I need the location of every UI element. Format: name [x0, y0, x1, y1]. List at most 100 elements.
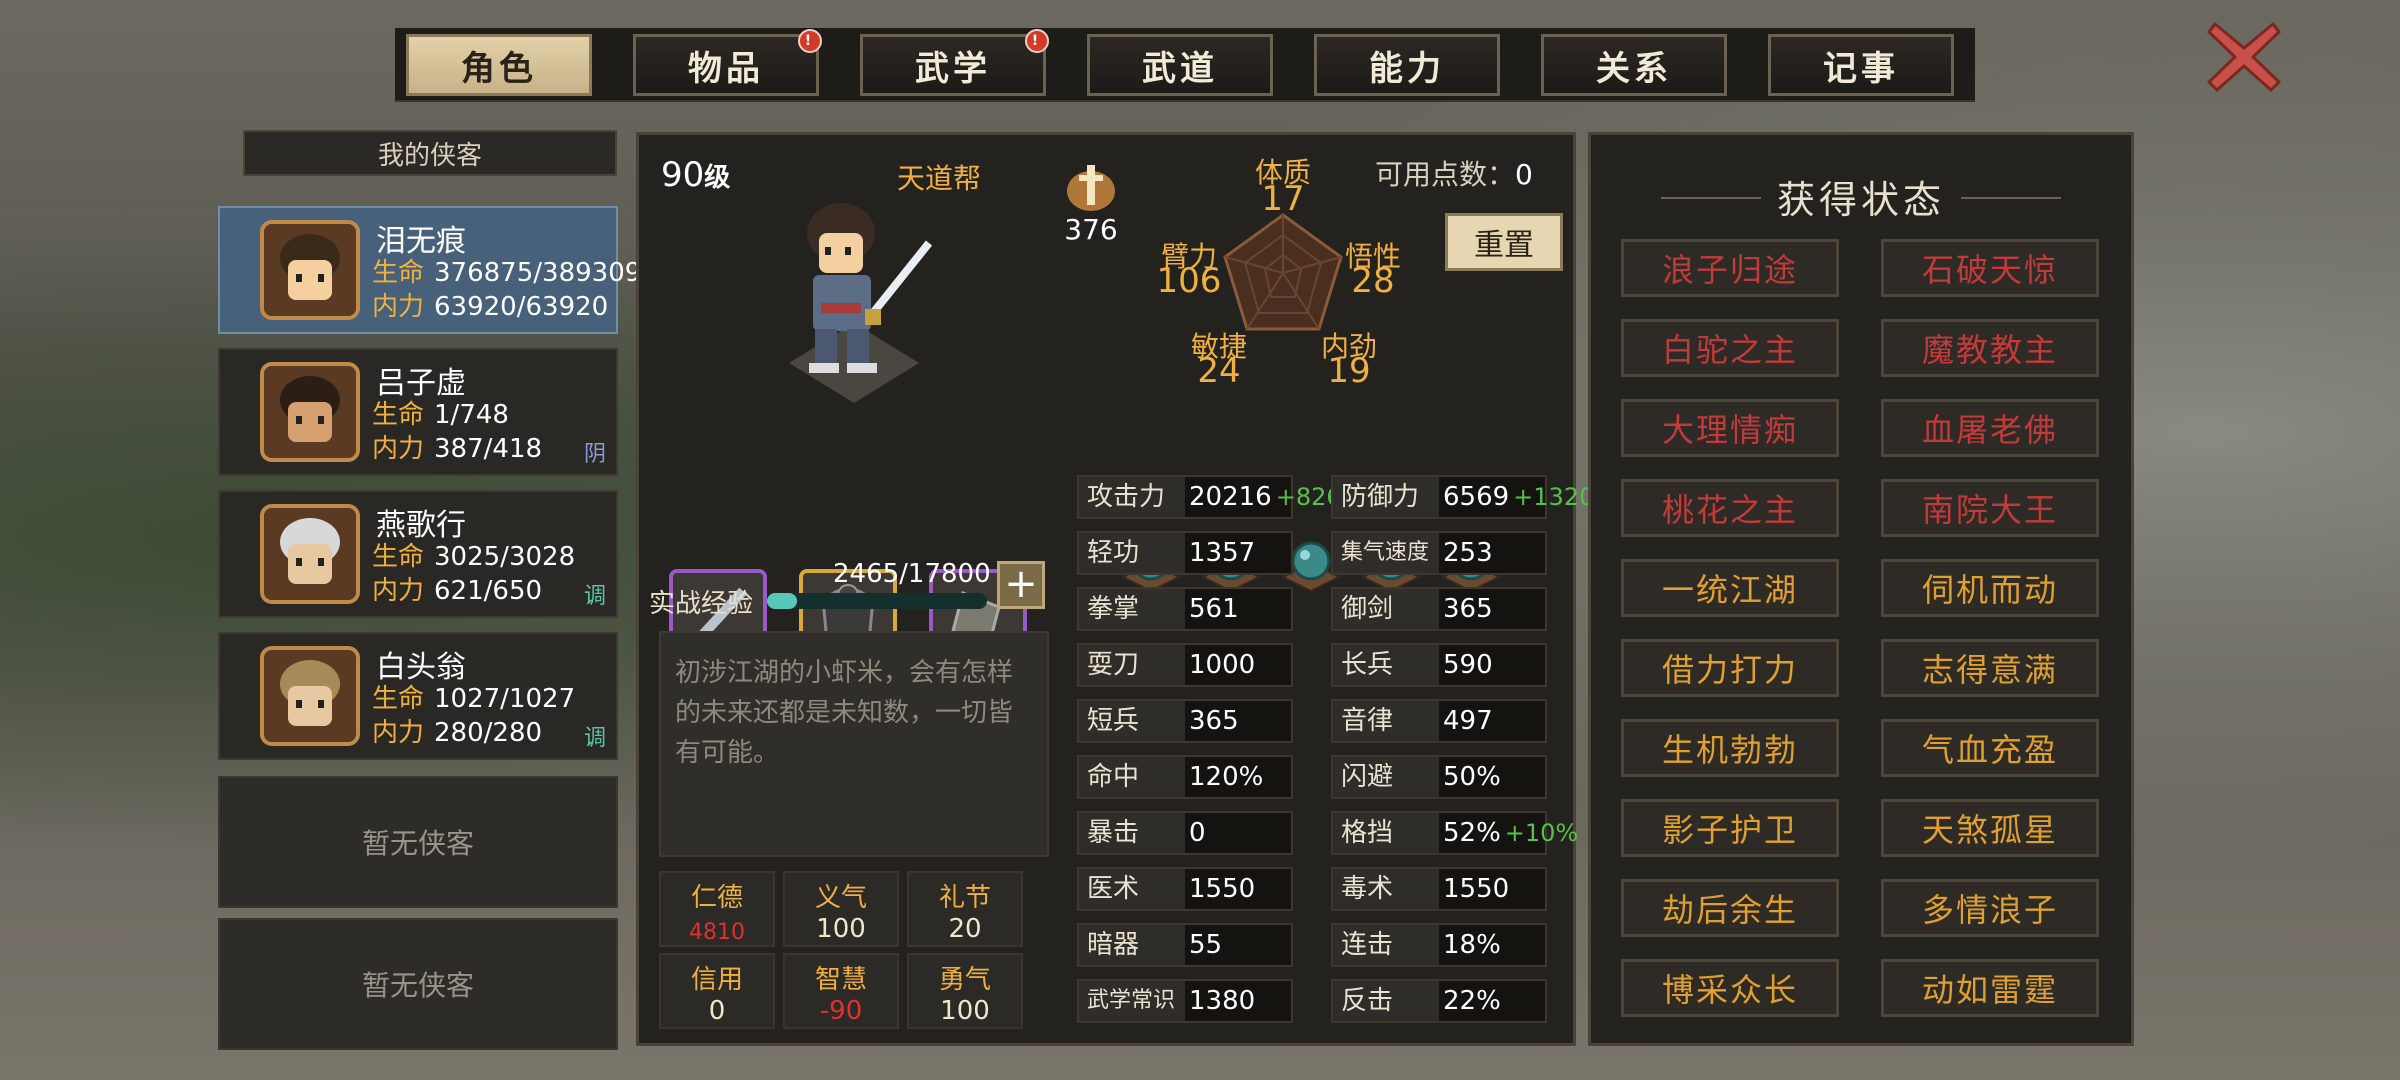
stat-row: 武学常识 1380 — [1077, 979, 1293, 1023]
level-value: 90 — [661, 155, 705, 195]
tab-5[interactable]: 关系 — [1541, 34, 1727, 96]
stat-name: 短兵 — [1079, 701, 1185, 741]
available-points-value: 0 — [1515, 158, 1533, 191]
character-hp: 生命 1027/1027 — [372, 678, 575, 715]
mp-value: 280/280 — [434, 718, 543, 748]
stat-row: 集气速度 253 — [1331, 531, 1547, 575]
stat-number: 18% — [1443, 930, 1501, 960]
tab-4[interactable]: 能力 — [1314, 34, 1500, 96]
character-avatar — [260, 504, 360, 604]
moral-cell: 勇气 100 — [907, 953, 1023, 1029]
empty-slot-label: 暂无侠客 — [361, 969, 474, 1002]
roster-empty-slot[interactable]: 暂无侠客 — [218, 776, 618, 908]
status-item[interactable]: 影子护卫 — [1621, 799, 1839, 857]
stat-row: 闪避 50% — [1331, 755, 1547, 799]
mp-value: 63920/63920 — [434, 292, 609, 322]
stat-row: 暗器 55 — [1077, 923, 1293, 967]
moral-value: -90 — [819, 996, 863, 1026]
tab-3[interactable]: 武道 — [1087, 34, 1273, 96]
status-item[interactable]: 天煞孤星 — [1881, 799, 2099, 857]
roster-card[interactable]: 白头翁 生命 1027/1027 内力 280/280 调 — [218, 632, 618, 760]
status-item[interactable]: 血屠老佛 — [1881, 399, 2099, 457]
roster-card[interactable]: 泪无痕 生命 376875/389309 内力 63920/63920 — [218, 206, 641, 334]
roster-title: 我的侠客 — [243, 130, 617, 176]
stat-bonus: +1320 — [1513, 483, 1595, 511]
status-item[interactable]: 气血充盈 — [1881, 719, 2099, 777]
reset-button-label: 重置 — [1474, 228, 1534, 263]
status-item[interactable]: 白驼之主 — [1621, 319, 1839, 377]
stat-name: 御剑 — [1333, 589, 1439, 629]
moral-name: 礼节 — [938, 883, 991, 913]
stat-value: 590 — [1443, 645, 1493, 685]
status-title: 获得状态 — [1776, 178, 1945, 222]
stat-row: 命中 120% — [1077, 755, 1293, 799]
exp-bar-fill — [767, 593, 798, 609]
status-item[interactable]: 借力打力 — [1621, 639, 1839, 697]
stat-row: 毒术 1550 — [1331, 867, 1547, 911]
stat-value: 365 — [1443, 589, 1493, 629]
stat-number: 22% — [1443, 986, 1501, 1016]
stat-name: 集气速度 — [1333, 533, 1439, 573]
moral-cell: 仁德 4810 — [659, 871, 775, 947]
close-button[interactable] — [2205, 18, 2283, 96]
stat-value: 365 — [1189, 701, 1239, 741]
stat-name: 命中 — [1079, 757, 1185, 797]
stat-row: 御剑 365 — [1331, 587, 1547, 631]
moral-value: 4810 — [689, 920, 745, 945]
tab-2[interactable]: 武学! — [860, 29, 1049, 96]
stat-value: 22% — [1443, 981, 1501, 1021]
stat-name: 长兵 — [1333, 645, 1439, 685]
combat-power-icon — [1067, 165, 1115, 211]
stat-name: 医术 — [1079, 869, 1185, 909]
stat-value: 20216 +826 — [1189, 477, 1342, 517]
stat-number: 50% — [1443, 762, 1501, 792]
add-exp-button[interactable]: + — [997, 561, 1045, 609]
alert-badge-icon: ! — [798, 29, 822, 53]
stat-name: 武学常识 — [1079, 981, 1185, 1021]
available-points-label: 可用点数： — [1375, 158, 1516, 191]
status-item[interactable]: 多情浪子 — [1881, 879, 2099, 937]
status-item[interactable]: 志得意满 — [1881, 639, 2099, 697]
stat-value: 497 — [1443, 701, 1493, 741]
status-item[interactable]: 动如雷霆 — [1881, 959, 2099, 1017]
level-suffix: 级 — [704, 163, 731, 193]
status-item[interactable]: 一统江湖 — [1621, 559, 1839, 617]
character-status-tag: 阴 — [583, 442, 606, 467]
status-item-label: 借力打力 — [1661, 651, 1798, 689]
status-item[interactable]: 劫后余生 — [1621, 879, 1839, 937]
stat-row: 拳掌 561 — [1077, 587, 1293, 631]
roster-card[interactable]: 吕子虚 生命 1/748 内力 387/418 阴 — [218, 348, 618, 476]
status-item[interactable]: 大理情痴 — [1621, 399, 1839, 457]
status-item-label: 血屠老佛 — [1921, 411, 2058, 449]
status-item[interactable]: 浪子归途 — [1621, 239, 1839, 297]
status-item[interactable]: 南院大王 — [1881, 479, 2099, 537]
mp-label: 内力 — [372, 576, 425, 606]
stat-number: 52% — [1443, 818, 1501, 848]
roster-card[interactable]: 燕歌行 生命 3025/3028 内力 621/650 调 — [218, 490, 618, 618]
status-item[interactable]: 伺机而动 — [1881, 559, 2099, 617]
exp-bar — [767, 593, 987, 609]
tab-0[interactable]: 角色 — [406, 34, 592, 96]
status-item[interactable]: 生机勃勃 — [1621, 719, 1839, 777]
tab-label: 角色 — [461, 48, 537, 89]
mp-label: 内力 — [372, 292, 425, 322]
moral-name: 仁德 — [690, 883, 743, 913]
status-item[interactable]: 魔教教主 — [1881, 319, 2099, 377]
moral-cell: 礼节 20 — [907, 871, 1023, 947]
hp-label: 生命 — [372, 400, 425, 430]
stat-name: 防御力 — [1333, 477, 1439, 517]
status-item[interactable]: 博采众长 — [1621, 959, 1839, 1017]
stat-row: 音律 497 — [1331, 699, 1547, 743]
moral-cell: 智慧 -90 — [783, 953, 899, 1029]
stat-row: 短兵 365 — [1077, 699, 1293, 743]
status-item-label: 志得意满 — [1921, 651, 2058, 689]
tab-label: 武道 — [1142, 48, 1218, 89]
status-item[interactable]: 石破天惊 — [1881, 239, 2099, 297]
tab-1[interactable]: 物品! — [633, 29, 822, 96]
mp-value: 387/418 — [434, 434, 543, 464]
hp-value: 1027/1027 — [434, 684, 576, 714]
status-item[interactable]: 桃花之主 — [1621, 479, 1839, 537]
reset-button[interactable]: 重置 — [1445, 213, 1563, 271]
roster-empty-slot[interactable]: 暂无侠客 — [218, 918, 618, 1050]
tab-6[interactable]: 记事 — [1768, 34, 1954, 96]
